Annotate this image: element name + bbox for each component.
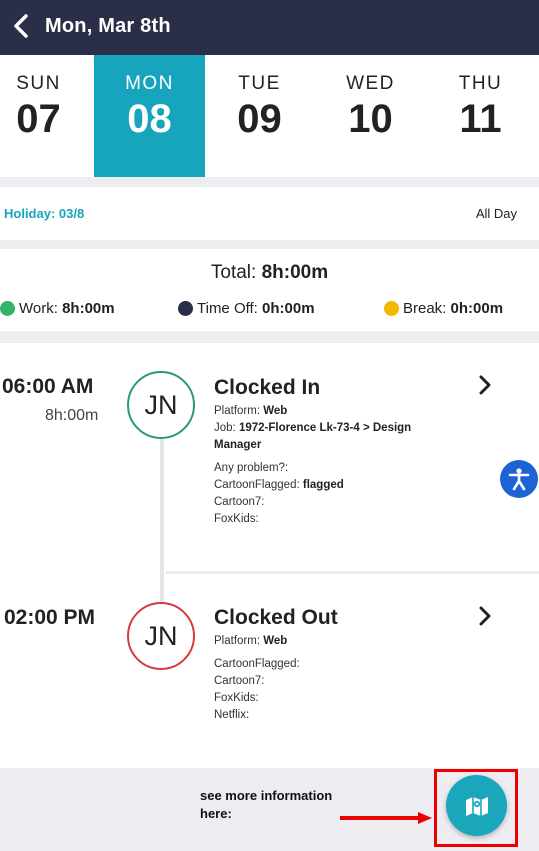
day-tue[interactable]: TUE 09 <box>204 55 315 177</box>
timeoff-dot <box>178 301 193 316</box>
entries-list: 06:00 AM 8h:00m JN Clocked In Platform: … <box>0 343 539 768</box>
day-sun[interactable]: SUN 07 <box>0 55 94 177</box>
entry-time: 06:00 AM <box>2 375 94 398</box>
page-title: Mon, Mar 8th <box>45 15 171 37</box>
break-label: Break: <box>403 300 447 317</box>
avatar: JN <box>127 602 195 670</box>
timeoff-stat: Time Off: 0h:00m <box>178 300 315 317</box>
timeline-connector <box>160 438 164 603</box>
map-button[interactable] <box>446 775 507 836</box>
day-wed[interactable]: WED 10 <box>315 55 426 177</box>
back-button[interactable] <box>10 12 32 40</box>
map-icon <box>465 796 488 816</box>
break-value: 0h:00m <box>450 300 504 317</box>
day-number: 07 <box>16 97 61 141</box>
entry-divider <box>165 571 539 574</box>
day-name: TUE <box>238 73 281 94</box>
holiday-row: Holiday: 03/8 All Day <box>0 187 539 240</box>
day-number: 08 <box>127 97 172 141</box>
totals-card: Total: 8h:00m Work: 8h:00m Time Off: 0h:… <box>0 249 539 331</box>
work-value: 8h:00m <box>62 300 115 317</box>
total-value: 8h:00m <box>261 262 329 283</box>
holiday-duration: All Day <box>475 206 517 221</box>
total-line: Total: 8h:00m <box>0 262 539 284</box>
chevron-right-icon[interactable] <box>477 606 493 626</box>
timeoff-label: Time Off: <box>197 300 258 317</box>
entry-details: Platform: Web Job: 1972-Florence Lk-73-4… <box>214 405 412 525</box>
work-label: Work: <box>19 300 58 317</box>
annotation-arrow <box>340 812 432 824</box>
holiday-label: Holiday: 03/8 <box>4 206 85 221</box>
day-name: SUN <box>16 73 61 94</box>
day-name: WED <box>346 73 395 94</box>
break-stat: Break: 0h:00m <box>384 300 503 317</box>
day-name: THU <box>458 73 503 94</box>
break-dot <box>384 301 399 316</box>
total-label: Total: <box>210 262 257 283</box>
accessibility-icon <box>508 468 530 491</box>
day-number: 10 <box>348 97 393 141</box>
accessibility-button[interactable] <box>500 460 538 498</box>
chevron-right-icon[interactable] <box>477 375 493 395</box>
entry-title: Clocked In <box>214 376 321 399</box>
timeoff-value: 0h:00m <box>262 300 315 317</box>
day-mon[interactable]: MON 08 <box>94 55 205 177</box>
day-name: MON <box>125 73 174 94</box>
entry-duration: 8h:00m <box>45 407 99 424</box>
day-thu[interactable]: THU 11 <box>425 55 536 177</box>
chevron-left-icon <box>14 14 28 38</box>
work-stat: Work: 8h:00m <box>0 300 115 317</box>
day-number: 09 <box>237 97 282 141</box>
work-dot <box>0 301 15 316</box>
entry-details: Platform: Web CartoonFlagged: Cartoon7: … <box>214 635 300 721</box>
top-bar: Mon, Mar 8th <box>0 0 539 55</box>
day-number: 11 <box>459 97 502 141</box>
day-selector: SUN 07 MON 08 TUE 09 WED 10 THU 11 <box>0 55 539 177</box>
entry-title: Clocked Out <box>214 606 338 629</box>
entry-time: 02:00 PM <box>4 606 96 629</box>
avatar: JN <box>127 371 195 439</box>
